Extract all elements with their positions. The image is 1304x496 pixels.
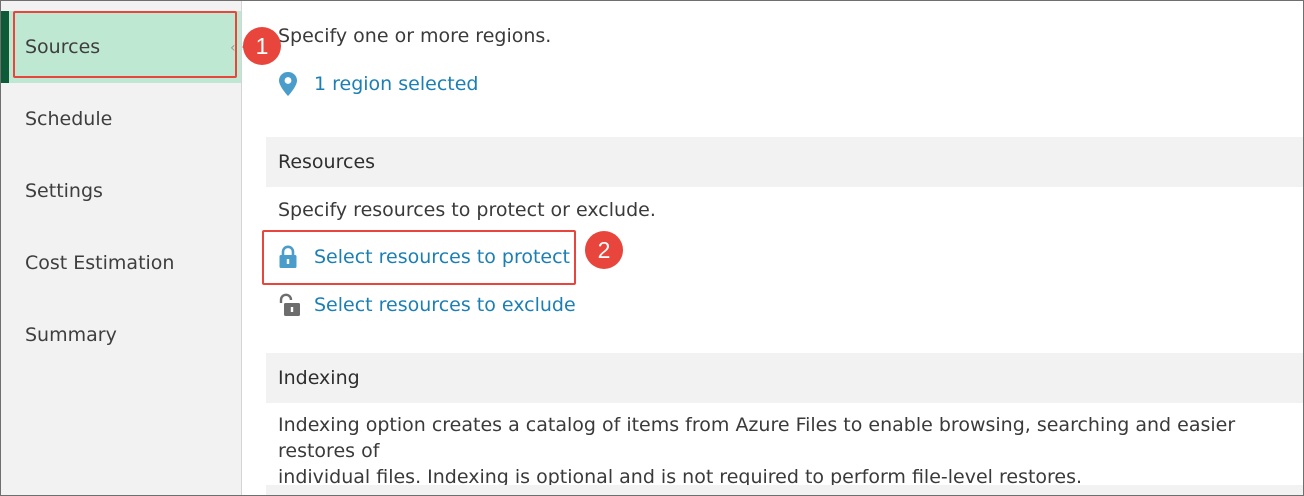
callout-box-protect: [262, 230, 576, 285]
indexing-description-line1: Indexing option creates a catalog of ite…: [278, 414, 1236, 462]
select-resources-to-exclude-link[interactable]: Select resources to exclude: [278, 293, 576, 317]
callout-badge-1: 1: [243, 27, 281, 65]
sidebar-item-schedule[interactable]: Schedule: [1, 83, 241, 155]
regions-link[interactable]: 1 region selected: [278, 71, 478, 97]
wizard-frame: Sources Schedule Settings Cost Estimatio…: [0, 0, 1304, 496]
regions-link-label: 1 region selected: [314, 73, 479, 95]
sidebar-item-label: Schedule: [25, 108, 113, 130]
callout-number: 2: [597, 236, 611, 263]
resources-header-label: Resources: [278, 151, 376, 173]
lock-open-icon: [278, 293, 314, 317]
indexing-description: Indexing option creates a catalog of ite…: [278, 412, 1298, 490]
sidebar-item-settings[interactable]: Settings: [1, 155, 241, 227]
callout-badge-2: 2: [585, 231, 623, 269]
exclude-link-label: Select resources to exclude: [314, 294, 576, 316]
indexing-header-label: Indexing: [278, 367, 360, 389]
sidebar-item-label: Summary: [25, 324, 117, 346]
sidebar-item-summary[interactable]: Summary: [1, 299, 241, 371]
sidebar-item-label: Settings: [25, 180, 103, 202]
location-pin-icon: [278, 71, 314, 97]
regions-description: Specify one or more regions.: [278, 25, 552, 47]
callout-box-sources: [13, 11, 237, 78]
callout-number: 1: [255, 32, 269, 59]
next-section-header: [266, 485, 1303, 495]
sidebar-item-label: Cost Estimation: [25, 252, 175, 274]
sidebar-item-cost-estimation[interactable]: Cost Estimation: [1, 227, 241, 299]
resources-section-header: Resources: [266, 137, 1303, 187]
active-step-indicator: [1, 11, 9, 83]
resources-description: Specify resources to protect or exclude.: [278, 199, 656, 221]
indexing-section-header: Indexing: [266, 353, 1303, 403]
